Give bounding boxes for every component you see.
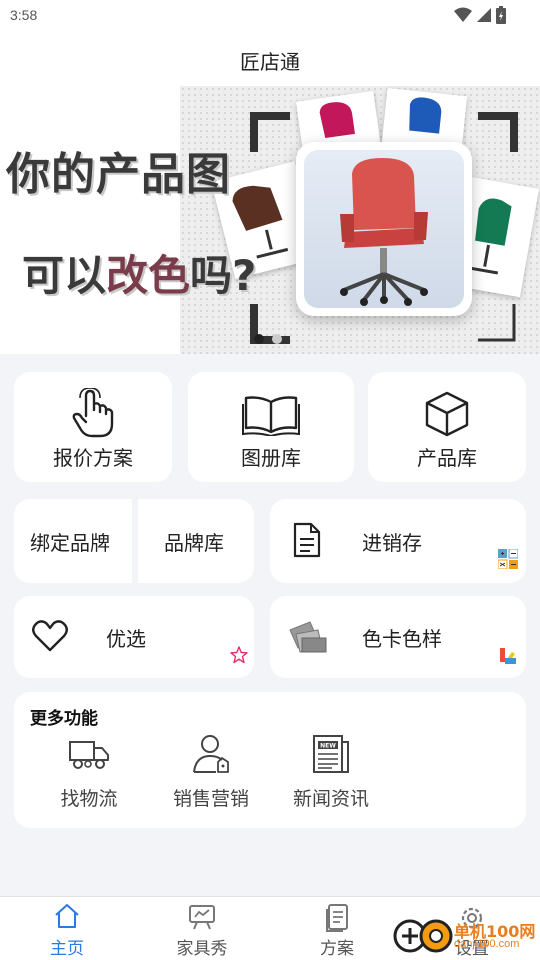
salesperson-icon [193, 735, 229, 773]
favorites-card[interactable]: 优选 [14, 596, 254, 678]
tile-product-library-label: 产品库 [417, 446, 477, 470]
red-office-chair-image [340, 158, 428, 306]
battery-icon [496, 6, 506, 24]
status-bar: 3:58 [0, 0, 540, 32]
banner-headline-2-prefix: 可以 [22, 251, 107, 300]
tile-product-library[interactable]: 产品库 [368, 372, 526, 482]
color-cards-label: 色卡色样 [362, 627, 442, 651]
truck-icon [69, 741, 109, 769]
more-functions-title: 更多功能 [30, 709, 98, 729]
svg-text:NEW: NEW [320, 743, 336, 750]
bind-brand-button[interactable]: 绑定品牌 [14, 499, 132, 583]
carousel-dot-2[interactable] [272, 334, 282, 344]
more-item-logistics-label: 找物流 [60, 788, 118, 810]
frame-corner-top-right [478, 112, 518, 152]
home-icon [55, 904, 79, 928]
app-header: 匠店通 [0, 32, 540, 86]
document-list-icon [293, 522, 321, 558]
banner-headline-2-suffix: 吗? [190, 251, 257, 300]
document-icon [326, 904, 348, 932]
status-time: 3:58 [10, 7, 38, 23]
brand-card: 绑定品牌 品牌库 [14, 499, 254, 583]
box-icon [425, 391, 469, 437]
tab-home[interactable]: 主页 [17, 897, 117, 960]
more-item-sales-marketing-label: 销售营销 [172, 788, 249, 810]
brand-library-button[interactable]: 品牌库 [138, 499, 254, 583]
signal-icon [477, 8, 491, 22]
calculator-icon [498, 549, 518, 569]
star-icon [230, 646, 248, 664]
more-functions-card: 更多功能 找物流 销售营销 NEW 新闻资讯 [14, 692, 526, 828]
brand-library-label: 品牌库 [164, 531, 224, 555]
tab-plans[interactable]: 方案 [287, 897, 387, 960]
more-item-sales-marketing[interactable]: 销售营销 [156, 732, 266, 812]
tab-home-label: 主页 [50, 939, 84, 959]
tab-furniture-show-label: 家具秀 [176, 939, 228, 959]
color-swatch-icon [289, 621, 327, 653]
featured-product-card [296, 142, 472, 316]
open-book-icon [242, 396, 300, 436]
inventory-label: 进销存 [362, 531, 422, 555]
frame-corner-bottom-right [478, 304, 516, 342]
color-cards-card[interactable]: 色卡色样 [270, 596, 526, 678]
carousel-dot-1[interactable] [254, 334, 264, 344]
tab-plans-label: 方案 [320, 939, 354, 959]
tile-quote-plan[interactable]: 报价方案 [14, 372, 172, 482]
inventory-card[interactable]: 进销存 [270, 499, 526, 583]
app-title: 匠店通 [240, 50, 300, 74]
presentation-icon [189, 905, 215, 930]
palette-icon [500, 648, 516, 664]
hand-pointer-icon [72, 388, 114, 438]
more-item-logistics[interactable]: 找物流 [34, 732, 144, 812]
tile-catalog-library[interactable]: 图册库 [188, 372, 354, 482]
watermark-logo-icon [393, 919, 453, 953]
banner-headline-2: 可以改色吗? [22, 242, 256, 303]
newspaper-icon: NEW [313, 735, 349, 773]
banner-carousel[interactable]: 你的产品图 可以改色吗? [0, 86, 540, 354]
more-item-news-label: 新闻资讯 [292, 788, 369, 810]
frame-corner-top-left [250, 112, 290, 152]
tile-quote-plan-label: 报价方案 [53, 446, 133, 470]
watermark-url: danji100.com [454, 938, 520, 950]
tab-furniture-show[interactable]: 家具秀 [152, 897, 252, 960]
more-item-news[interactable]: NEW 新闻资讯 [276, 732, 386, 812]
carousel-indicator [254, 334, 282, 344]
bind-brand-label: 绑定品牌 [30, 531, 110, 555]
status-icons [454, 6, 506, 24]
wifi-icon [454, 7, 472, 22]
tile-catalog-library-label: 图册库 [241, 446, 301, 470]
banner-headline-2-highlight: 改色 [106, 251, 191, 300]
site-watermark: 单机100网 danji100.com [392, 914, 540, 960]
banner-headline-1: 你的产品图 [6, 149, 231, 200]
favorites-label: 优选 [106, 627, 146, 651]
heart-icon [32, 620, 68, 652]
